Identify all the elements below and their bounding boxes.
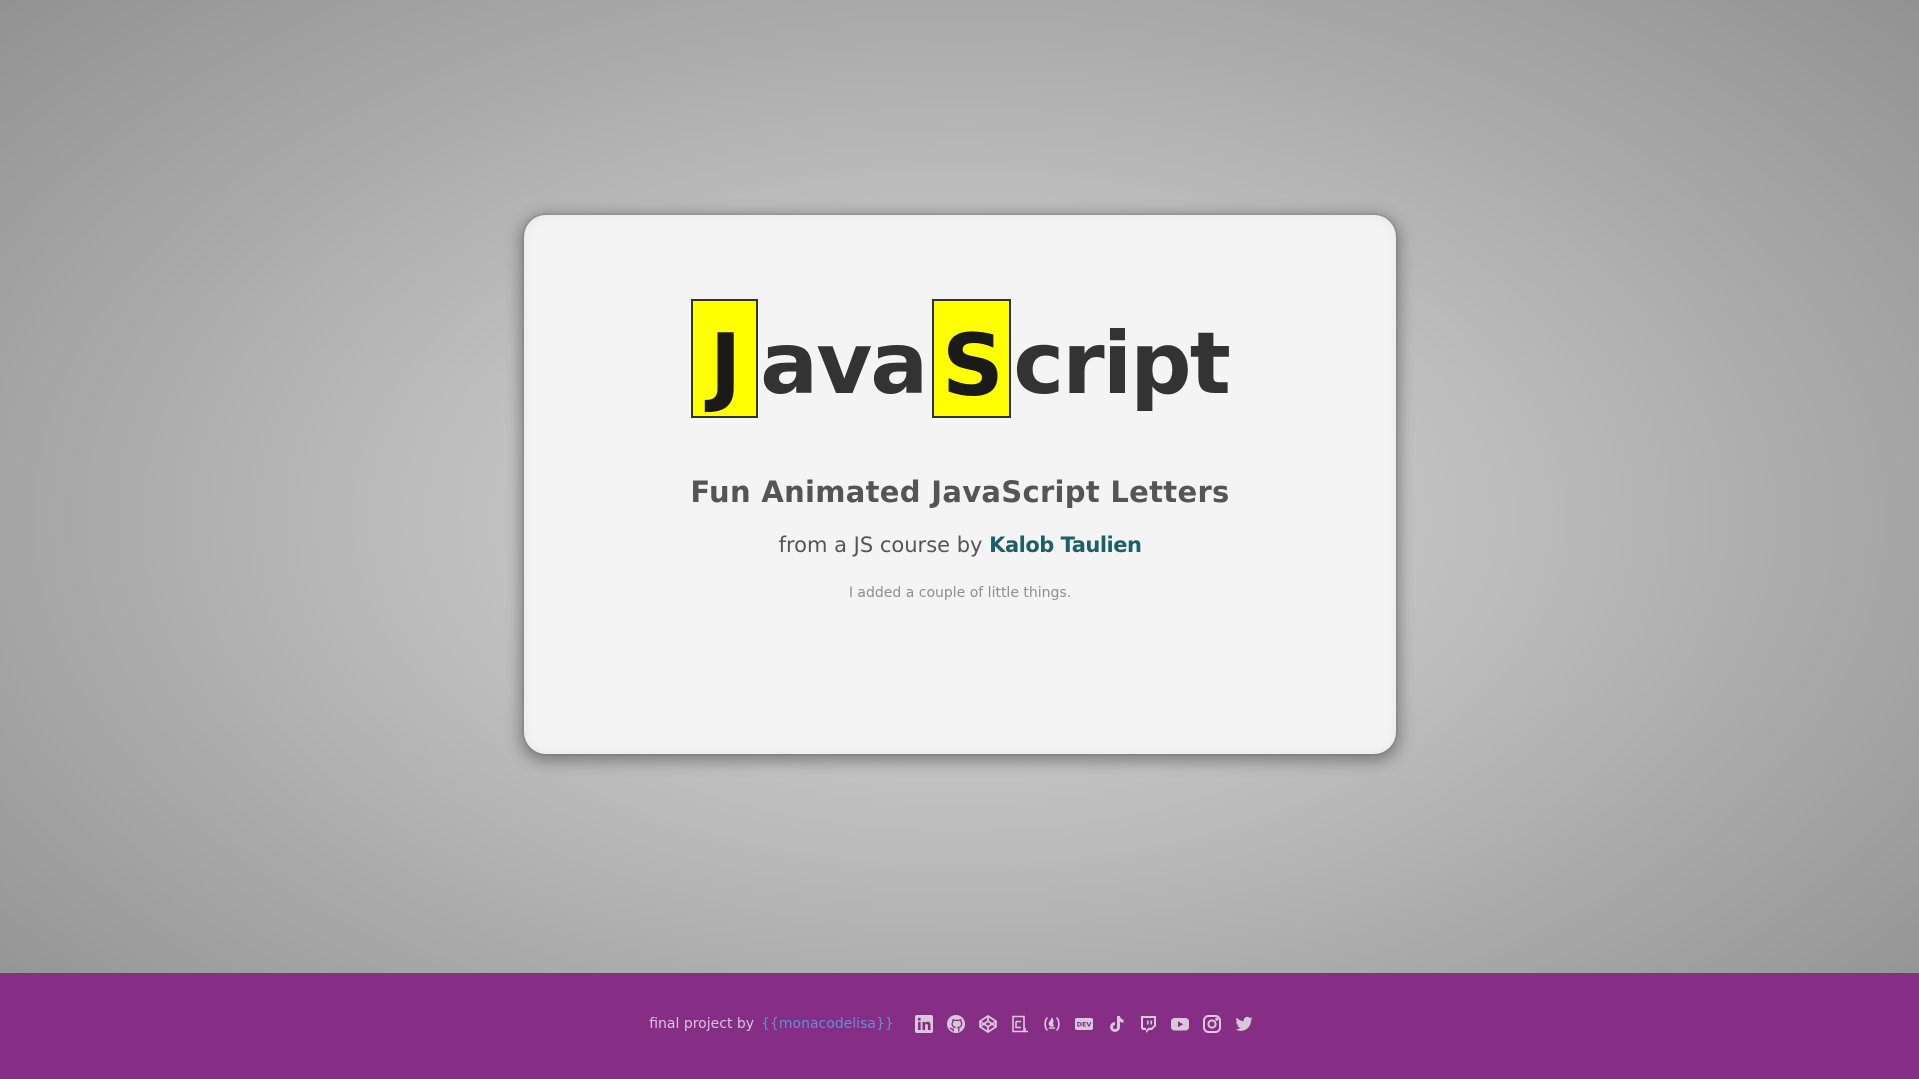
animated-letter-j: J	[691, 299, 759, 418]
codepen-icon[interactable]	[977, 1013, 999, 1035]
social-icons: DEV	[908, 1013, 1260, 1035]
footer-content: final project by {{monacodelisa}} DEV	[649, 1013, 1260, 1035]
instagram-icon[interactable]	[1201, 1013, 1223, 1035]
codesandbox-icon[interactable]	[1009, 1013, 1031, 1035]
byline-prefix: from a JS course by	[778, 533, 983, 557]
footer: final project by {{monacodelisa}} DEV	[0, 973, 1919, 1079]
logo-text-ava: ava	[760, 314, 928, 414]
dev-icon[interactable]: DEV	[1073, 1013, 1095, 1035]
animated-letter-s: S	[932, 299, 1012, 418]
twitch-icon[interactable]	[1137, 1013, 1159, 1035]
javascript-logo: J ava S cript	[524, 299, 1396, 429]
note-text: I added a couple of little things.	[848, 585, 1072, 601]
author-handle-link[interactable]: {{monacodelisa}}	[761, 1016, 894, 1032]
logo-text-cript: cript	[1013, 314, 1231, 414]
github-icon[interactable]	[945, 1013, 967, 1035]
youtube-icon[interactable]	[1169, 1013, 1191, 1035]
tiktok-icon[interactable]	[1105, 1013, 1127, 1035]
main-card: J ava S cript Fun Animated JavaScript Le…	[524, 215, 1396, 754]
page-title: Fun Animated JavaScript Letters	[690, 475, 1230, 509]
twitter-icon[interactable]	[1233, 1013, 1255, 1035]
logo-word: J ava S cript	[691, 299, 1231, 418]
footer-credit: final project by	[649, 1016, 755, 1032]
linkedin-icon[interactable]	[913, 1013, 935, 1035]
dev-icon-label: DEV	[1076, 1021, 1091, 1029]
freecodecamp-icon[interactable]	[1041, 1013, 1063, 1035]
course-byline: from a JS course by Kalob Taulien	[524, 533, 1396, 557]
author-link[interactable]: Kalob Taulien	[989, 533, 1142, 557]
